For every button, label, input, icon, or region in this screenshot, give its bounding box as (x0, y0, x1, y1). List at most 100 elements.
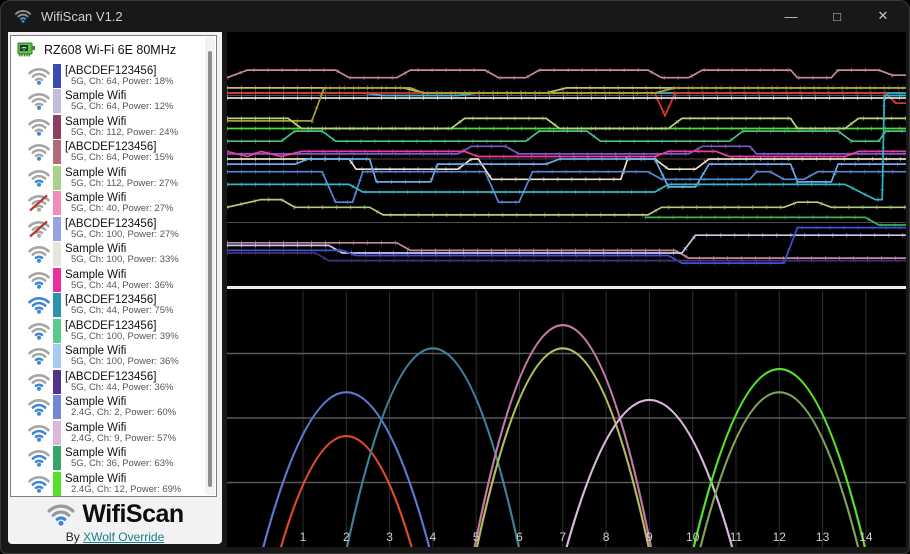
author-link[interactable]: XWolf Override (83, 530, 164, 544)
network-color-swatch (53, 63, 61, 88)
network-list-item[interactable]: [ABCDEF123456] 5G, Ch: 100, Power: 39% (11, 318, 216, 344)
window-controls: — □ ✕ (768, 0, 906, 32)
wifi-signal-icon (27, 143, 51, 162)
logo-area: WifiScan By XWolf Override (8, 500, 222, 544)
network-adapter-icon (17, 41, 37, 59)
network-detail: 5G, Ch: 64, Power: 15% (71, 152, 174, 164)
network-name: [ABCDEF123456] (65, 217, 157, 230)
network-color-swatch (53, 89, 61, 114)
network-text: Sample Wifi 5G, Ch: 40, Power: 27% (65, 192, 173, 214)
wifi-app-icon (14, 9, 32, 23)
channel-label: 14 (859, 530, 873, 544)
wifi-signal-icon (27, 373, 51, 391)
network-color-swatch (53, 140, 61, 165)
channel-label: 8 (603, 530, 610, 544)
channel-label: 7 (559, 530, 566, 544)
network-detail: 5G, Ch: 36, Power: 63% (71, 458, 174, 470)
minimize-button[interactable]: — (768, 0, 814, 32)
wifi-signal-icon (27, 271, 51, 289)
channel-label: 2 (343, 530, 350, 544)
network-text: Sample Wifi 5G, Ch: 44, Power: 36% (65, 269, 173, 291)
network-list-item[interactable]: Sample Wifi 2.4G, Ch: 12, Power: 69% (11, 471, 216, 496)
wifi-signal-icon (27, 296, 51, 315)
adapter-label: RZ608 Wi-Fi 6E 80MHz (44, 42, 176, 57)
wifi-signal-icon (27, 322, 51, 340)
channel-label: 4 (430, 530, 437, 544)
network-color-swatch (53, 293, 61, 318)
network-list: [ABCDEF123456] 5G, Ch: 64, Power: 18% Samp… (11, 63, 216, 496)
network-color-swatch (53, 420, 61, 445)
wifi-logo-icon (46, 503, 76, 526)
network-text: Sample Wifi 2.4G, Ch: 2, Power: 60% (65, 396, 176, 418)
channel-label: 9 (646, 530, 653, 544)
network-text: [ABCDEF123456] 5G, Ch: 100, Power: 39% (65, 320, 179, 342)
network-name: Sample Wifi (65, 472, 127, 485)
network-text: Sample Wifi 2.4G, Ch: 12, Power: 69% (65, 473, 181, 495)
network-list-item[interactable]: [ABCDEF123456] 5G, Ch: 100, Power: 27% (11, 216, 216, 242)
scrollbar-track[interactable] (205, 37, 215, 495)
network-color-swatch (53, 446, 61, 471)
network-list-item[interactable]: Sample Wifi 5G, Ch: 64, Power: 12% (11, 89, 216, 115)
wifi-signal-icon (27, 245, 51, 264)
network-list-item[interactable]: [ABCDEF123456] 5G, Ch: 64, Power: 15% (11, 140, 216, 166)
network-detail: 5G, Ch: 44, Power: 36% (71, 381, 174, 393)
network-text: [ABCDEF123456] 5G, Ch: 44, Power: 36% (65, 371, 173, 393)
network-detail: 5G, Ch: 64, Power: 18% (71, 75, 174, 87)
wifi-signal-icon (27, 220, 51, 238)
network-detail: 2.4G, Ch: 12, Power: 69% (71, 483, 182, 495)
byline: By XWolf Override (8, 530, 222, 544)
channel-label: 1 (300, 530, 307, 544)
network-list-item[interactable]: [ABCDEF123456] 5G, Ch: 44, Power: 75% (11, 293, 216, 319)
network-detail: 5G, Ch: 100, Power: 33% (71, 254, 179, 266)
network-list-item[interactable]: Sample Wifi 5G, Ch: 44, Power: 36% (11, 267, 216, 293)
network-color-swatch (53, 395, 61, 420)
network-list-item[interactable]: Sample Wifi 5G, Ch: 36, Power: 63% (11, 446, 216, 472)
network-name: [ABCDEF123456] (65, 64, 157, 77)
signal-history-chart (227, 32, 906, 286)
byline-prefix: By (65, 530, 80, 544)
logo-title: WifiScan (82, 500, 184, 528)
adapter-node[interactable]: RZ608 Wi-Fi 6E 80MHz (11, 36, 216, 63)
network-color-swatch (53, 114, 61, 139)
network-text: [ABCDEF123456] 5G, Ch: 44, Power: 75% (65, 294, 173, 316)
scrollbar-thumb[interactable] (208, 51, 212, 487)
close-button[interactable]: ✕ (860, 0, 906, 32)
network-name: Sample Wifi (65, 115, 127, 128)
network-list-item[interactable]: Sample Wifi 5G, Ch: 100, Power: 33% (11, 242, 216, 268)
channel-label: 5 (473, 530, 480, 544)
network-text: Sample Wifi 5G, Ch: 100, Power: 33% (65, 243, 179, 265)
network-text: [ABCDEF123456] 5G, Ch: 64, Power: 15% (65, 141, 173, 163)
wifi-signal-icon (27, 194, 51, 213)
maximize-button[interactable]: □ (814, 0, 860, 32)
network-list-item[interactable]: [ABCDEF123456] 5G, Ch: 44, Power: 36% (11, 369, 216, 395)
network-text: [ABCDEF123456] 5G, Ch: 64, Power: 18% (65, 65, 173, 87)
network-list-item[interactable]: Sample Wifi 5G, Ch: 112, Power: 24% (11, 114, 216, 140)
network-list-item[interactable]: Sample Wifi 5G, Ch: 100, Power: 36% (11, 344, 216, 370)
network-detail: 2.4G, Ch: 2, Power: 60% (71, 407, 177, 419)
wifi-signal-icon (27, 92, 51, 111)
network-color-swatch (53, 471, 61, 496)
network-detail: 5G, Ch: 100, Power: 39% (71, 330, 179, 342)
network-detail: 5G, Ch: 100, Power: 27% (71, 228, 179, 240)
network-detail: 5G, Ch: 44, Power: 75% (71, 305, 174, 317)
network-text: Sample Wifi 5G, Ch: 100, Power: 36% (65, 345, 179, 367)
network-list-item[interactable]: Sample Wifi 5G, Ch: 112, Power: 27% (11, 165, 216, 191)
network-list-item[interactable]: [ABCDEF123456] 5G, Ch: 64, Power: 18% (11, 63, 216, 89)
sidebar: RZ608 Wi-Fi 6E 80MHz [ABCDEF123456] 5G, C… (8, 32, 222, 544)
network-text: Sample Wifi 5G, Ch: 112, Power: 27% (65, 167, 178, 189)
network-list-item[interactable]: Sample Wifi 5G, Ch: 40, Power: 27% (11, 191, 216, 217)
spectrum-chart: 1 2 3 4 5 6 7 8 9 10 11 12 13 14 (227, 289, 906, 547)
network-list-item[interactable]: Sample Wifi 2.4G, Ch: 2, Power: 60% (11, 395, 216, 421)
network-list-item[interactable]: Sample Wifi 2.4G, Ch: 9, Power: 57% (11, 420, 216, 446)
network-detail: 5G, Ch: 112, Power: 24% (71, 126, 179, 138)
network-text: Sample Wifi 2.4G, Ch: 9, Power: 57% (65, 422, 176, 444)
wifi-signal-icon (27, 475, 51, 493)
network-text: Sample Wifi 5G, Ch: 112, Power: 24% (65, 116, 178, 138)
network-name: Sample Wifi (65, 166, 127, 179)
network-color-swatch (53, 216, 61, 241)
wifi-signal-icon (27, 398, 51, 417)
channel-label: 3 (386, 530, 393, 544)
network-color-swatch (53, 344, 61, 369)
wifi-signal-icon (27, 347, 51, 366)
network-color-swatch (53, 318, 61, 343)
